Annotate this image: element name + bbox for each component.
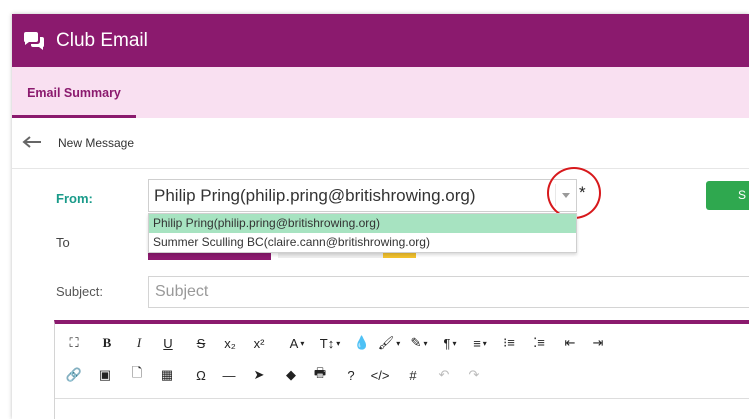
table-icon[interactable]: ▦ [158, 361, 176, 389]
chevron-down-icon: ▾ [482, 338, 487, 348]
tab-bar: Email Summary [12, 67, 749, 118]
hashtag-icon[interactable]: # [404, 361, 422, 389]
select-all-icon[interactable]: ➤ [250, 361, 268, 389]
editor-toolbar-row-2: 🔗 ▣ 🗋 ▦ Ω — ➤ ◆ 🖶? </> # ↶ ↷ [55, 361, 749, 391]
app-header: Club Email [12, 14, 749, 67]
from-option[interactable]: Summer Sculling BC(claire.cann@britishro… [149, 233, 576, 252]
undo-icon[interactable]: ↶ [435, 361, 453, 389]
ordered-list-icon[interactable]: ⁝≡ [500, 329, 518, 357]
underline-button[interactable]: U [159, 329, 177, 357]
club-email-window: Club Email Email Summary New Message Fro… [12, 14, 749, 419]
link-icon[interactable]: 🔗 [65, 361, 83, 389]
editor-toolbar-row-1: ⛶ B I U Sx₂ x² A ▾ T↕ ▾ 💧 🖌 ▾ ✎ ▾ ¶ ▾ ≡ ▾ ⁝≡ ⁚≡ ⇤ ⇥ [55, 329, 749, 359]
image-icon[interactable]: ▣ [96, 361, 114, 389]
from-select[interactable]: Philip Pring(philip.pring@britishrowing.… [148, 179, 577, 212]
from-selected-value: Philip Pring(philip.pring@britishrowing.… [154, 186, 476, 205]
chevron-down-icon: ▾ [452, 338, 457, 348]
app-title: Club Email [56, 29, 148, 51]
from-label: From: [56, 191, 93, 206]
chevron-down-icon: ▾ [396, 338, 401, 348]
superscript-button[interactable]: x² [250, 329, 268, 357]
text-color-icon[interactable]: 💧 [353, 329, 371, 357]
subject-label: Subject: [56, 284, 103, 299]
unordered-list-icon[interactable]: ⁚≡ [530, 329, 548, 357]
from-option[interactable]: Philip Pring(philip.pring@britishrowing.… [149, 214, 576, 233]
italic-button[interactable]: I [130, 329, 148, 357]
subject-input[interactable] [148, 276, 749, 308]
editor-content-area[interactable] [55, 398, 749, 419]
subheader-title: New Message [58, 136, 135, 150]
tab-email-summary[interactable]: Email Summary [12, 67, 136, 118]
chevron-down-icon: ▾ [423, 338, 428, 348]
message-subheader: New Message [12, 118, 749, 169]
align-button[interactable]: ≡ ▾ [467, 329, 493, 357]
chevron-down-icon: ▾ [300, 338, 305, 348]
fullscreen-icon[interactable]: ⛶ [65, 329, 83, 357]
help-icon[interactable]: ? [342, 361, 360, 389]
font-size-button[interactable]: T↕ ▾ [317, 329, 343, 357]
subscript-button[interactable]: x₂ [221, 329, 239, 357]
horizontal-line-icon[interactable]: — [220, 361, 238, 389]
rich-text-editor: ⛶ B I U Sx₂ x² A ▾ T↕ ▾ 💧 🖌 ▾ ✎ ▾ ¶ ▾ ≡ ▾ ⁝≡ ⁚≡ ⇤ ⇥ 🔗 ▣ 🗋 ▦ Ω — ➤ ◆ 🖶?… [54, 320, 749, 419]
indent-icon[interactable]: ⇥ [589, 329, 607, 357]
annotation-circle [547, 167, 601, 219]
strikethrough-button[interactable]: S [192, 329, 210, 357]
font-family-button[interactable]: A ▾ [284, 329, 310, 357]
file-icon[interactable]: 🗋 [128, 361, 146, 389]
chat-bubbles-icon [22, 30, 48, 52]
paragraph-format-button[interactable]: ¶ ▾ [437, 329, 463, 357]
to-label: To [56, 235, 70, 250]
outdent-icon[interactable]: ⇤ [561, 329, 579, 357]
inline-style-icon[interactable]: ✎ ▾ [406, 329, 432, 357]
bold-button[interactable]: B [98, 329, 116, 357]
from-dropdown-list: Philip Pring(philip.pring@britishrowing.… [148, 213, 577, 253]
print-icon[interactable]: 🖶 [311, 361, 329, 389]
chevron-down-icon: ▾ [336, 338, 341, 348]
clear-formatting-icon[interactable]: ◆ [282, 361, 300, 389]
tab-email-summary-label: Email Summary [27, 85, 121, 100]
send-button[interactable]: S [706, 181, 749, 210]
send-button-label: S [738, 188, 747, 202]
background-color-icon[interactable]: 🖌 ▾ [376, 329, 402, 357]
back-arrow-icon[interactable] [22, 134, 42, 150]
special-characters-icon[interactable]: Ω [192, 361, 210, 389]
code-view-icon[interactable]: </> [371, 361, 390, 389]
redo-icon[interactable]: ↷ [465, 361, 483, 389]
